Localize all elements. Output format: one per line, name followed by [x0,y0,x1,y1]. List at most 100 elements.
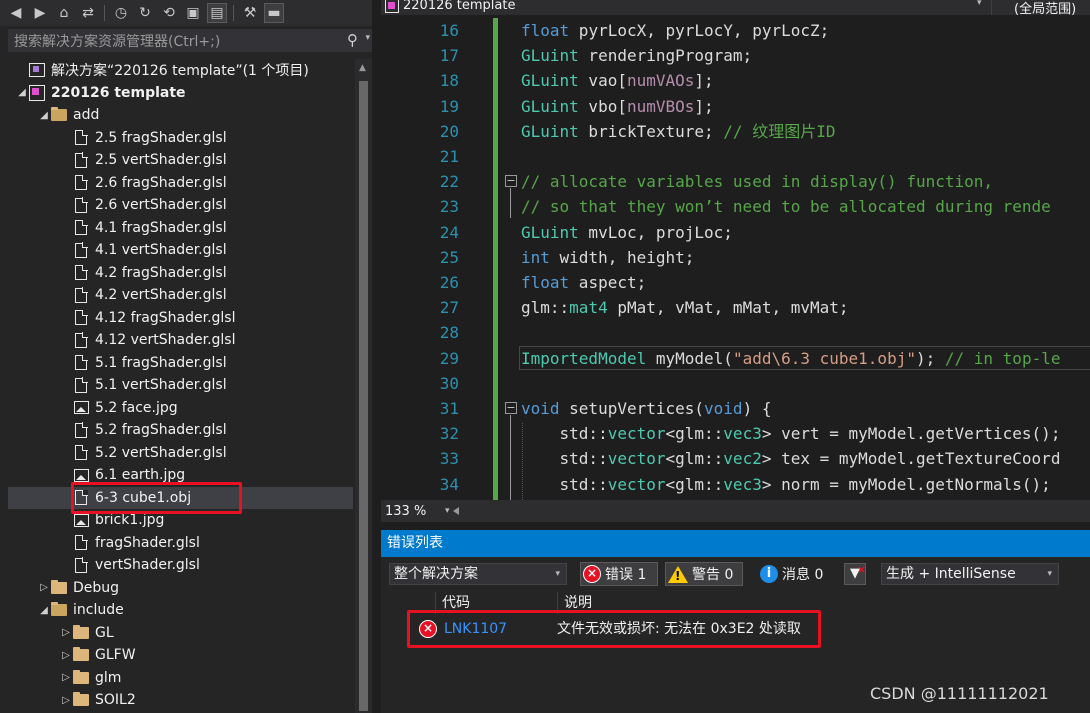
code-line[interactable]: float aspect; [521,270,646,295]
tree-item[interactable]: 4.2 fragShader.glsl [8,262,353,285]
tree-item[interactable]: 4.1 fragShader.glsl [8,217,353,240]
refresh-icon[interactable]: ↻ [135,3,155,23]
file-icon [72,534,90,551]
collapse-arrow-icon[interactable]: ◢ [38,605,50,616]
code-line[interactable]: float pyrLocX, pyrLocY, pyrLocZ; [521,18,829,43]
tree-item[interactable]: ◢ add [8,104,353,127]
tree-item[interactable]: 4.1 vertShader.glsl [8,239,353,262]
tree-item[interactable]: ◢ 220126 template [8,82,353,105]
tree-item[interactable]: 4.12 fragShader.glsl [8,307,353,330]
tree-item[interactable]: 2.5 fragShader.glsl [8,127,353,150]
preview-icon[interactable]: ▬ [264,3,284,23]
expand-arrow-icon[interactable]: ▷ [60,650,72,661]
code-line[interactable]: GLuint vao[numVAOs]; [521,68,714,93]
expand-arrow-icon[interactable]: ▷ [60,672,72,683]
tree-item[interactable]: 2.5 vertShader.glsl [8,149,353,172]
code-line[interactable]: int width, height; [521,245,694,270]
error-scope-select[interactable]: 整个解决方案 ▾ [389,563,567,585]
project-dropdown[interactable]: 220126 template ▾ [385,0,982,13]
tree-item-label: 220126 template [51,84,186,101]
collapse-region-icon[interactable]: − [505,402,517,414]
search-icon[interactable]: ⚲ [347,31,358,49]
code-line[interactable]: GLuint brickTexture; // 纹理图片ID [521,119,835,144]
tree-item[interactable]: ▷ GL [8,622,353,645]
tree-item[interactable]: vertShader.glsl [8,554,353,577]
tree-item[interactable]: 5.2 face.jpg [8,397,353,420]
line-number: 27 [439,298,459,318]
chevron-down-icon[interactable]: ▾ [977,0,982,8]
watermark: CSDN @11111112021 [870,684,1049,703]
tree-item[interactable]: 4.2 vertShader.glsl [8,284,353,307]
file-icon [72,219,90,236]
forward-icon[interactable]: ▶ [30,3,50,23]
horizontal-scrollbar[interactable] [453,505,1090,517]
code-line[interactable]: std::vector<glm::vec3> vert = myModel.ge… [521,421,1061,446]
collapse-icon[interactable]: ▣ [183,3,203,23]
code-line[interactable]: std::vector<glm::vec3> norm = myModel.ge… [521,472,1051,497]
tree-item[interactable]: 5.2 fragShader.glsl [8,419,353,442]
tree-item-label: 2.5 fragShader.glsl [95,129,227,146]
code-line[interactable]: GLuint renderingProgram; [521,43,752,68]
warnings-filter-button[interactable]: ! 警告 0 [665,562,743,586]
scope-dropdown[interactable]: (全局范围) [991,0,1090,17]
tree-item[interactable]: ▷ GLFW [8,644,353,667]
code-line[interactable]: ImportedModel myModel("add\6.3 cube1.obj… [521,346,1060,371]
scroll-up-icon[interactable]: ▲ [359,63,366,73]
line-number: 31 [439,399,459,418]
tree-item[interactable]: 5.1 fragShader.glsl [8,352,353,375]
expand-arrow-icon[interactable]: ▷ [60,627,72,638]
show-all-icon[interactable]: ▤ [207,3,227,23]
sync-icon[interactable]: ⇄ [78,3,98,23]
tree-item[interactable]: ◢ include [8,599,353,622]
expand-arrow-icon[interactable]: ▷ [38,582,50,593]
scrollbar-thumb[interactable] [359,81,368,711]
code-line[interactable]: // so that they won’t need to be allocat… [521,194,1051,219]
folder-icon [72,647,90,663]
warnings-filter-label: 警告 0 [692,567,734,583]
tree-item[interactable]: 2.6 vertShader.glsl [8,194,353,217]
history-icon[interactable]: ◷ [111,3,131,23]
code-line[interactable]: GLuint mvLoc, projLoc; [521,220,733,245]
tree-item-label: 4.2 vertShader.glsl [95,287,227,304]
tree-item[interactable]: ▷ glm [8,667,353,690]
folder-icon [50,107,68,123]
tree-item[interactable]: 4.12 vertShader.glsl [8,329,353,352]
line-number: 20 [439,121,459,141]
tree-item[interactable]: 解决方案“220126 template”(1 个项目) [8,59,353,82]
clear-filter-icon[interactable]: ▼ × [844,563,866,585]
code-line[interactable]: void setupVertices(void) { [521,396,771,421]
code-line[interactable]: std::vector<glm::vec2> tex = myModel.get… [521,446,1061,471]
build-filter-select[interactable]: 生成 + IntelliSense ▾ [881,563,1059,585]
chevron-down-icon[interactable]: ▾ [365,33,370,43]
tree-item[interactable]: 5.1 vertShader.glsl [8,374,353,397]
editor-zoom-bar: 133 % ▾ [381,500,1090,522]
errors-filter-button[interactable]: × 错误 1 [580,562,658,586]
code-line[interactable]: // allocate variables used in display() … [521,169,993,194]
code-editor[interactable]: 220126 template ▾ (全局范围) 16 17 18 19 20 21 22 2… [381,0,1090,500]
undo-icon[interactable]: ⟲ [159,3,179,23]
tree-item[interactable]: 2.6 fragShader.glsl [8,172,353,195]
zoom-level[interactable]: 133 % [385,504,427,519]
info-icon: i [760,565,778,583]
home-icon[interactable]: ⌂ [54,3,74,23]
collapse-arrow-icon[interactable]: ◢ [16,87,28,98]
code-line[interactable]: glm::mat4 pMat, vMat, mMat, mvMat; [521,295,849,320]
explorer-search-input[interactable]: 搜索解决方案资源管理器(Ctrl+;) ⚲ ▾ [8,29,372,52]
tree-item[interactable]: fragShader.glsl [8,532,353,555]
collapse-region-icon[interactable]: − [505,175,517,187]
messages-filter-button[interactable]: i 消息 0 [757,562,835,586]
tree-item[interactable]: ▷ SOIL2 [8,689,353,712]
back-icon[interactable]: ◀ [6,3,26,23]
collapse-arrow-icon[interactable]: ◢ [38,110,50,121]
chevron-down-icon[interactable]: ▾ [445,506,450,516]
tree-item-label: 4.12 vertShader.glsl [95,332,236,349]
tree-item[interactable]: ▷ Debug [8,577,353,600]
folder-icon [50,579,68,596]
tree-item[interactable]: 5.2 vertShader.glsl [8,442,353,465]
error-list-title: 错误列表 [381,530,1090,557]
line-number: 32 [439,424,459,444]
properties-icon[interactable]: ⚒ [240,3,260,23]
expand-arrow-icon[interactable]: ▷ [60,695,72,706]
code-line[interactable]: GLuint vbo[numVBOs]; [521,94,714,119]
explorer-scrollbar[interactable]: ▲ [355,59,372,713]
